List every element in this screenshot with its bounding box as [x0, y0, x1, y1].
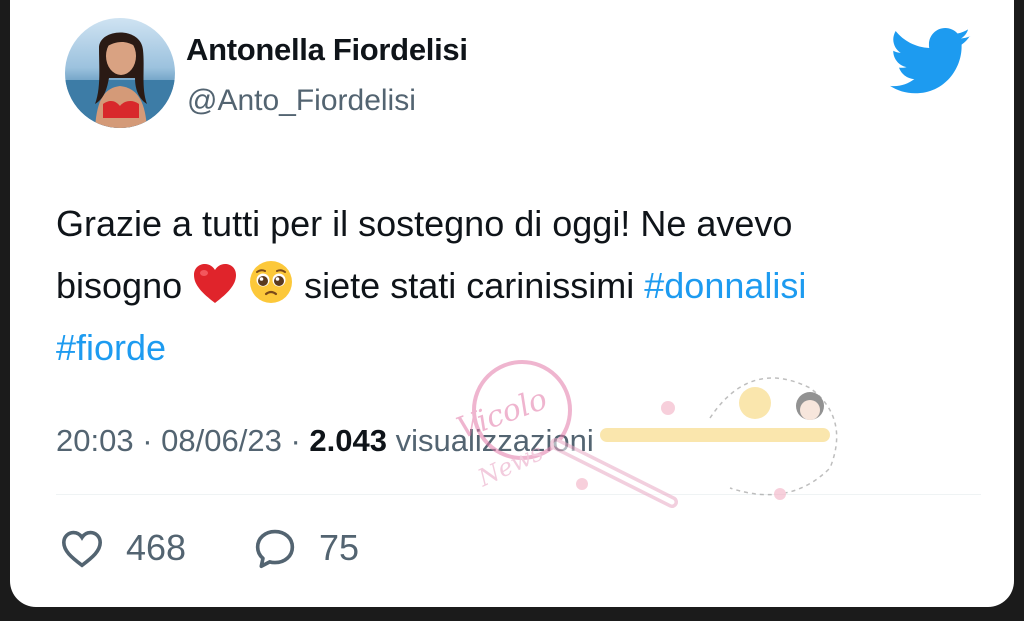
avatar-photo [65, 32, 175, 128]
tweet-text-line-2: bisogno siete stati carinissimi #donnali… [56, 255, 986, 317]
reply-bubble-icon [255, 529, 295, 569]
tweet-date[interactable]: 08/06/23 [161, 423, 282, 458]
tweet-text-line-1: Grazie a tutti per il sostegno di oggi! … [56, 193, 986, 255]
pleading-face-emoji [248, 259, 294, 324]
meta-separator: · [290, 423, 301, 458]
tweet-card: Antonella Fiordelisi @Anto_Fiordelisi Gr… [10, 0, 1014, 607]
tweet-text: Grazie a tutti per il sostegno di oggi! … [56, 193, 986, 379]
meta-separator: · [142, 423, 153, 458]
like-count: 468 [126, 527, 187, 568]
like-button[interactable]: 468 [60, 527, 186, 569]
avatar[interactable] [65, 18, 175, 128]
divider [56, 494, 981, 495]
tweet-meta: 20:03 · 08/06/23 · 2.043 visualizzazioni [56, 423, 594, 459]
reply-count: 75 [319, 527, 360, 568]
views-count: 2.043 [309, 423, 387, 458]
author-name[interactable]: Antonella Fiordelisi [186, 32, 468, 68]
tweet-text-segment: Grazie a tutti per il sostegno di oggi! … [56, 203, 793, 244]
heart-icon [61, 530, 103, 568]
tweet-text-segment: siete stati carinissimi [304, 265, 635, 306]
red-heart-emoji [192, 262, 238, 324]
hashtag-link[interactable]: #donnalisi [644, 265, 806, 306]
hashtag-link[interactable]: #fiorde [56, 327, 166, 368]
twitter-bird-icon [889, 28, 972, 96]
tweet-text-line-3: #fiorde [56, 317, 986, 379]
tweet-time[interactable]: 20:03 [56, 423, 134, 458]
author-handle[interactable]: @Anto_Fiordelisi [187, 84, 416, 118]
tweet-text-segment: bisogno [56, 265, 183, 306]
views-label: visualizzazioni [395, 423, 594, 458]
reply-button[interactable]: 75 [253, 527, 359, 569]
